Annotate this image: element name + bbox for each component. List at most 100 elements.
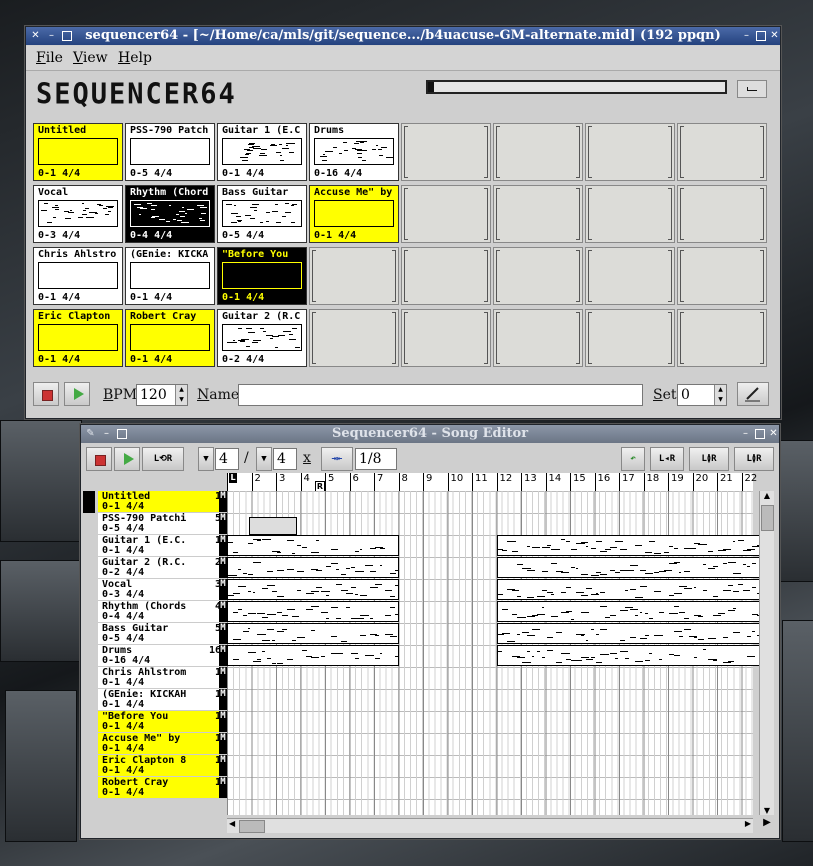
sequence-block[interactable] — [496, 579, 766, 600]
spin-arrows-icon[interactable]: ▲ ▼ — [175, 385, 187, 405]
measure-ruler[interactable]: 12345678910111213141516171819202122LR — [227, 473, 757, 493]
empty-slot[interactable] — [401, 309, 491, 367]
window-minimize-icon[interactable]: – — [46, 30, 57, 41]
mute-toggle[interactable]: M — [219, 777, 227, 798]
sequence-block[interactable] — [249, 517, 297, 535]
beat-width-field[interactable]: 4 — [273, 448, 297, 470]
window-menu-icon[interactable]: ✎ — [85, 428, 96, 439]
pattern-slot[interactable]: Chris Ahlstro 0-1 4/4 — [33, 247, 123, 305]
sequence-block[interactable] — [496, 623, 766, 644]
main-titlebar[interactable]: ✕ – sequencer64 - [~/Home/ca/mls/git/seq… — [26, 27, 780, 45]
mute-toggle[interactable]: M — [219, 579, 227, 600]
expand-button[interactable]: L≬R — [689, 447, 729, 471]
pattern-slot[interactable]: Eric Clapton 0-1 4/4 — [33, 309, 123, 367]
sequence-block[interactable] — [496, 645, 766, 666]
menu-file[interactable]: File — [36, 50, 63, 66]
window-minimize-icon[interactable]: – — [101, 428, 112, 439]
empty-slot[interactable] — [677, 309, 767, 367]
window-close-icon[interactable]: ✕ — [769, 30, 780, 41]
track-row[interactable]: Untitled 0-1 4/4 1 M — [98, 491, 227, 513]
pattern-slot[interactable]: Guitar 2 (R.C 0-2 4/4 — [217, 309, 307, 367]
empty-slot[interactable] — [677, 185, 767, 243]
empty-slot[interactable] — [309, 247, 399, 305]
window-shade-icon[interactable]: – — [741, 30, 752, 41]
track-row[interactable]: Rhythm (Chords 0-4 4/4 4 M — [98, 601, 227, 623]
sequence-block[interactable] — [496, 557, 766, 578]
scroll-up-icon[interactable]: ▲ — [760, 491, 774, 500]
se-stop-button[interactable] — [86, 447, 112, 471]
stop-button[interactable] — [33, 382, 59, 406]
pattern-slot[interactable]: Drums 0-16 4/4 — [309, 123, 399, 181]
track-row[interactable]: Drums 0-16 4/4 16 M — [98, 645, 227, 667]
pattern-slot[interactable]: Robert Cray 0-1 4/4 — [125, 309, 215, 367]
empty-slot[interactable] — [677, 247, 767, 305]
empty-slot[interactable] — [309, 309, 399, 367]
pattern-slot[interactable]: PSS-790 Patch 0-5 4/4 — [125, 123, 215, 181]
empty-slot[interactable] — [493, 309, 583, 367]
track-row[interactable]: (GEnie: KICKAH 0-1 4/4 1 M — [98, 689, 227, 711]
snap-menu-button[interactable]: ⇥⇤ — [321, 447, 353, 471]
vertical-scroll-thumb[interactable] — [761, 505, 774, 531]
pattern-slot[interactable]: Rhythm (Chord 0-4 4/4 — [125, 185, 215, 243]
song-roll[interactable] — [227, 491, 766, 815]
snap-field[interactable]: 1/8 — [355, 448, 397, 470]
toggle-button[interactable] — [737, 80, 767, 98]
track-row[interactable]: Vocal 0-3 4/4 3 M — [98, 579, 227, 601]
vertical-scrollbar[interactable]: ▲ ▼ — [759, 491, 774, 815]
empty-slot[interactable] — [585, 309, 675, 367]
name-field[interactable] — [238, 384, 643, 406]
pattern-slot[interactable]: Accuse Me" by 0-1 4/4 — [309, 185, 399, 243]
window-close-icon[interactable]: ✕ — [768, 428, 779, 439]
mute-toggle[interactable]: M — [219, 689, 227, 710]
scroll-right-icon[interactable]: ▶ — [745, 819, 751, 828]
pattern-slot[interactable]: Guitar 1 (E.C 0-1 4/4 — [217, 123, 307, 181]
edit-button[interactable] — [737, 382, 769, 406]
sequence-block[interactable] — [227, 535, 399, 556]
beats-field[interactable]: 4 — [215, 448, 239, 470]
mute-toggle[interactable]: M — [219, 557, 227, 578]
mute-toggle[interactable]: M — [219, 755, 227, 776]
mute-toggle[interactable]: M — [219, 491, 227, 512]
song-editor-titlebar[interactable]: ✎ – Sequencer64 - Song Editor – ✕ — [81, 425, 779, 443]
window-menu-icon[interactable]: ✕ — [30, 30, 41, 41]
track-row[interactable]: Chris Ahlstrom 0-1 4/4 1 M — [98, 667, 227, 689]
play-button[interactable] — [64, 382, 90, 406]
mute-toggle[interactable]: M — [219, 623, 227, 644]
horizontal-scrollbar[interactable]: ◀ ▶ — [227, 818, 753, 833]
scroll-down-icon[interactable]: ▼ — [760, 806, 774, 815]
pattern-slot[interactable]: (GEnie: KICKA 0-1 4/4 — [125, 247, 215, 305]
mute-toggle[interactable]: M — [219, 535, 227, 556]
mute-toggle[interactable]: M — [219, 645, 227, 666]
mute-toggle[interactable]: M — [219, 601, 227, 622]
empty-slot[interactable] — [493, 185, 583, 243]
sequence-block[interactable] — [227, 645, 399, 666]
bpm-spinner[interactable]: 120 ▲ ▼ — [136, 384, 188, 406]
spin-arrows-icon[interactable]: ▲ ▼ — [714, 385, 726, 405]
sequence-block[interactable] — [227, 579, 399, 600]
window-restore-icon[interactable] — [755, 429, 765, 439]
menu-view[interactable]: View — [73, 50, 108, 66]
set-spinner[interactable]: 0 ▲ ▼ — [677, 384, 727, 406]
sequence-block[interactable] — [227, 557, 399, 578]
track-row[interactable]: Accuse Me" by 0-1 4/4 1 M — [98, 733, 227, 755]
empty-slot[interactable] — [493, 123, 583, 181]
track-row[interactable]: "Before You 0-1 4/4 1 M — [98, 711, 227, 733]
window-shade-icon[interactable]: – — [740, 428, 751, 439]
sequence-block[interactable] — [496, 535, 766, 556]
sequence-block[interactable] — [227, 623, 399, 644]
track-row[interactable]: Bass Guitar 0-5 4/4 5 M — [98, 623, 227, 645]
mute-toggle[interactable]: M — [219, 513, 227, 534]
scroll-left-icon[interactable]: ◀ — [229, 819, 235, 828]
collapse-button[interactable]: L◂R — [650, 447, 684, 471]
undo-button[interactable]: ↶ — [621, 447, 645, 471]
track-row[interactable]: PSS-790 Patchi 0-5 4/4 5 M — [98, 513, 227, 535]
track-row[interactable]: Robert Cray 0-1 4/4 1 M — [98, 777, 227, 799]
corner-play-icon[interactable]: ▶ — [759, 817, 775, 833]
empty-slot[interactable] — [401, 185, 491, 243]
sequence-block[interactable] — [496, 601, 766, 622]
empty-slot[interactable] — [585, 123, 675, 181]
track-row[interactable]: Guitar 2 (R.C. 0-2 4/4 2 M — [98, 557, 227, 579]
track-row[interactable]: Guitar 1 (E.C. 0-1 4/4 1 M — [98, 535, 227, 557]
menu-help[interactable]: Help — [118, 50, 152, 66]
pattern-slot[interactable]: Vocal 0-3 4/4 — [33, 185, 123, 243]
